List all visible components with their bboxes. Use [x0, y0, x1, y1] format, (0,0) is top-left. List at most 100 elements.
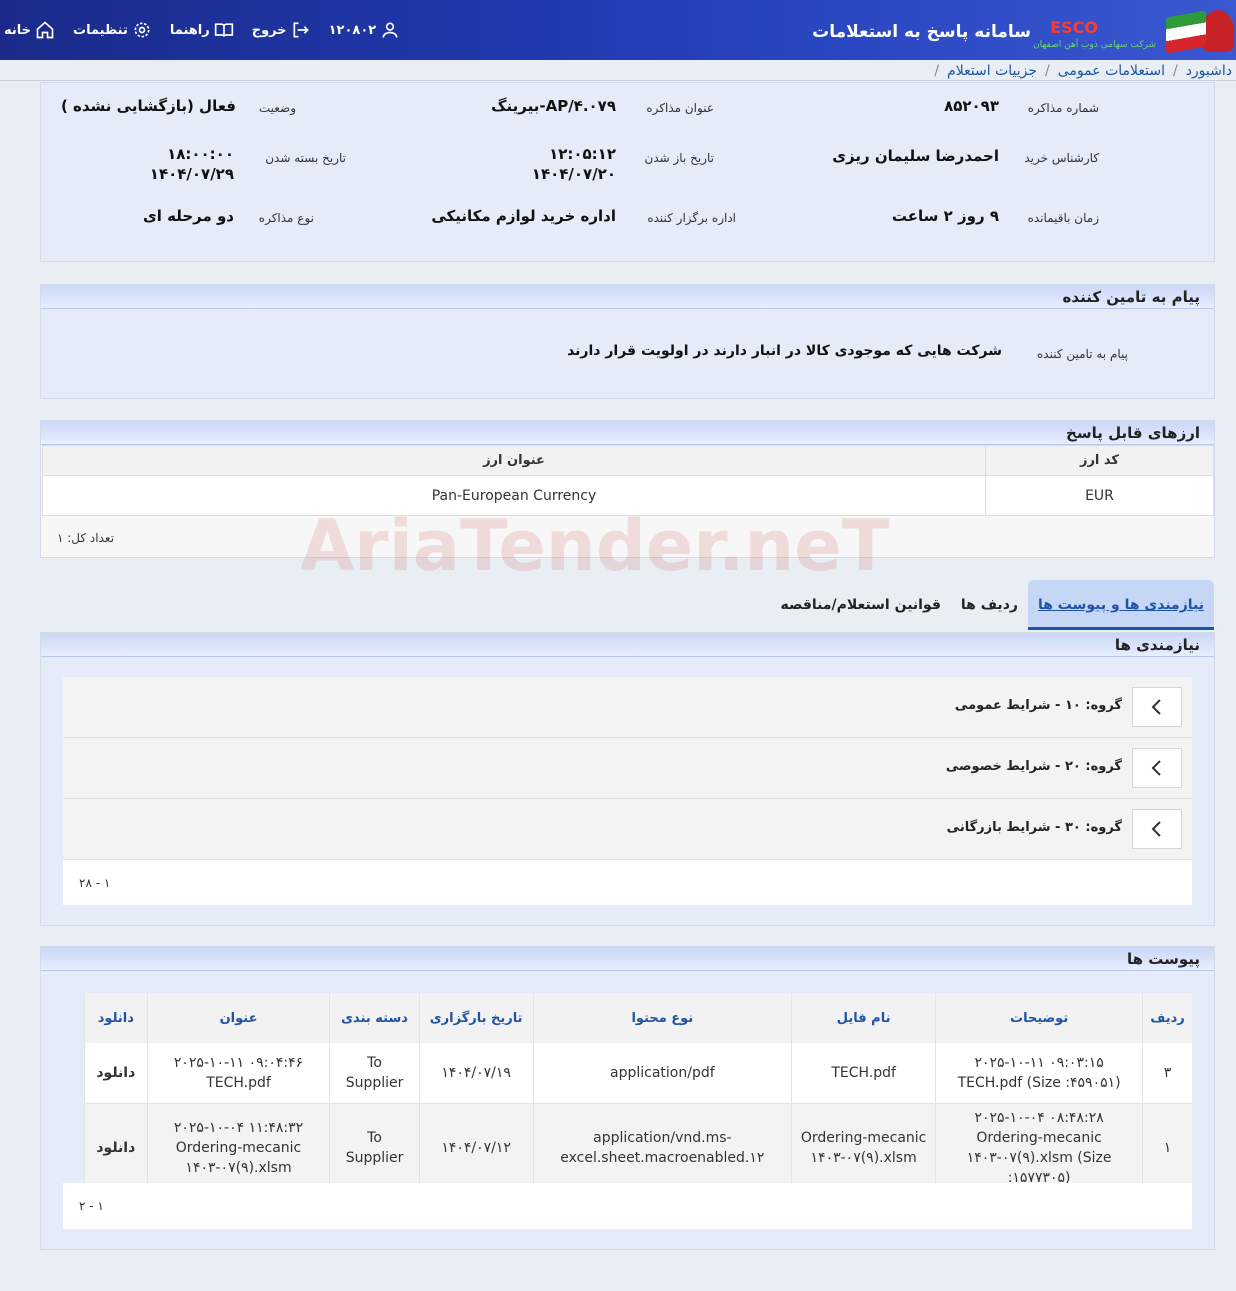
column-header-download[interactable]: دانلود: [84, 993, 148, 1043]
tab-requirements-attachments[interactable]: نیازمندی ها و پیوست ها: [1027, 580, 1214, 630]
open-date-label: تاریخ باز شدن: [644, 151, 714, 165]
close-time: ۱۸:۰۰:۰۰: [167, 145, 234, 163]
row-number-cell: ۱: [1142, 1103, 1192, 1193]
requirement-group[interactable]: گروه: ۲۰ - شرایط خصوصی: [63, 738, 1192, 799]
download-link[interactable]: دانلود: [84, 1043, 148, 1104]
column-header-description[interactable]: توضیحات: [935, 993, 1143, 1043]
expand-group-button[interactable]: [1132, 748, 1182, 788]
breadcrumb-separator: /: [934, 63, 940, 79]
breadcrumb-divider: [0, 80, 1236, 81]
organizer-value: اداره خرید لوازم مکانیکی: [431, 207, 616, 225]
remaining-label: زمان باقیمانده: [1027, 211, 1099, 225]
breadcrumb-public-inquiries[interactable]: استعلامات عمومی: [1058, 63, 1165, 79]
breadcrumb: داشبورد / استعلامات عمومی / جزییات استعل…: [934, 61, 1232, 81]
status-label: وضعیت: [258, 101, 296, 115]
tab-inquiry-rules[interactable]: قوانین استعلام/مناقصه: [770, 580, 950, 630]
requirement-group[interactable]: گروه: ۳۰ - شرایط بازرگانی: [63, 799, 1192, 860]
nav-home-label: خانه: [4, 22, 32, 38]
logout-icon: [293, 22, 309, 38]
currencies-total: تعداد کل: ۱: [57, 531, 115, 545]
breadcrumb-inquiry-details[interactable]: جزییات استعلام: [947, 63, 1037, 79]
gear-icon: [134, 22, 150, 38]
table-row[interactable]: ۱ ۲۰۲۵-۱۰-۰۴ ۰۸:۴۸:۲۸ Ordering-mecanic ۱…: [84, 1103, 1192, 1193]
close-date-label: تاریخ بسته شدن: [265, 151, 346, 165]
details-panel: شماره مذاکره ۸۵۲۰۹۳ عنوان مذاکره بیرینگ-…: [40, 82, 1215, 262]
category-cell: To Supplier: [329, 1103, 420, 1193]
negotiation-title: بیرینگ-AP/۴.۰۷۹: [491, 97, 616, 115]
company-name: شرکت سهامی ذوب آهن اصفهان: [1033, 40, 1156, 50]
attachments-pager-bar: ۱ - ۲: [63, 1183, 1192, 1229]
requirements-pager: ۱ - ۲۸: [79, 876, 111, 890]
buyer-name: احمدرضا سلیمان ریزی: [832, 147, 999, 165]
negotiation-number: ۸۵۲۰۹۳: [944, 97, 999, 115]
open-date: ۱۴۰۴/۰۷/۲۰: [531, 165, 616, 183]
nav-logout[interactable]: خروج: [252, 20, 311, 40]
status-value: فعال (بازگشایی نشده ): [60, 97, 236, 115]
table-row[interactable]: ۳ ۲۰۲۵-۱۰-۱۱ ۰۹:۰۳:۱۵ TECH.pdf (Size :۴۵…: [84, 1043, 1192, 1104]
buyer-label: کارشناس خرید: [1024, 151, 1099, 165]
company-emblem-logo: [1202, 10, 1234, 52]
upload-date-cell: ۱۴۰۴/۰۷/۱۲: [418, 1103, 534, 1193]
breadcrumb-separator: /: [1045, 63, 1050, 79]
column-header-currency-title[interactable]: عنوان ارز: [42, 445, 986, 476]
requirements-panel: نیازمندی ها گروه: ۱۰ - شرایط عمومی گروه:…: [40, 632, 1215, 926]
requirements-pager-bar: ۱ - ۲۸: [63, 860, 1192, 905]
filename-cell: TECH.pdf: [791, 1043, 936, 1104]
user-id: ۱۲۰۸۰۲: [328, 22, 377, 38]
nav-logout-label: خروج: [251, 22, 287, 38]
description-cell: ۲۰۲۵-۱۰-۰۴ ۰۸:۴۸:۲۸ Ordering-mecanic ۱۴۰…: [935, 1103, 1143, 1193]
nav-home[interactable]: خانه: [4, 20, 55, 40]
attachments-table: ردیف توضیحات نام فایل نوع محتوا تاریخ با…: [84, 993, 1192, 1193]
requirements-heading: نیازمندی ها: [41, 633, 1214, 657]
requirement-group-label: گروه: ۲۰ - شرایط خصوصی: [945, 759, 1122, 774]
filename-cell: Ordering-mecanic ۱۴۰۳-۰۷(۹).xlsm: [791, 1103, 936, 1193]
home-icon: [36, 21, 54, 39]
title-cell: ۲۰۲۵-۱۰-۱۱ ۰۹:۰۴:۴۶ TECH.pdf: [146, 1043, 330, 1104]
category-cell: To Supplier: [329, 1043, 420, 1104]
top-nav: خانه تنظیمات راهنما خروج ۱۲۰۸۰۲: [0, 20, 400, 40]
column-header-filename[interactable]: نام فایل: [791, 993, 936, 1043]
column-header-category[interactable]: دسته بندی: [329, 993, 420, 1043]
supplier-message-label: پیام به تامین کننده: [1037, 347, 1128, 361]
chevron-left-icon: [1151, 821, 1161, 837]
supplier-message-heading: پیام به تامین کننده: [41, 285, 1214, 309]
upload-date-cell: ۱۴۰۴/۰۷/۱۹: [418, 1043, 534, 1104]
type-label: نوع مذاکره: [258, 211, 314, 225]
download-link[interactable]: دانلود: [84, 1103, 148, 1193]
user-icon: [382, 22, 398, 38]
type-value: دو مرحله ای: [142, 207, 234, 225]
close-date: ۱۴۰۴/۰۷/۲۹: [149, 165, 234, 183]
nav-user[interactable]: ۱۲۰۸۰۲: [329, 20, 401, 40]
content-type-cell: application/vnd.ms-excel.sheet.macroenab…: [532, 1103, 792, 1193]
book-icon: [214, 23, 233, 37]
requirement-group-label: گروه: ۳۰ - شرایط بازرگانی: [946, 820, 1122, 835]
open-time: ۱۲:۰۵:۱۲: [549, 145, 616, 163]
expand-group-button[interactable]: [1132, 809, 1182, 849]
tab-rows[interactable]: ردیف ها: [951, 580, 1028, 630]
column-header-content-type[interactable]: نوع محتوا: [532, 993, 792, 1043]
description-cell: ۲۰۲۵-۱۰-۱۱ ۰۹:۰۳:۱۵ TECH.pdf (Size :۴۵۹۰…: [935, 1043, 1143, 1104]
column-header-currency-code[interactable]: کد ارز: [984, 445, 1215, 476]
currency-code-cell: EUR: [984, 475, 1215, 516]
nav-settings[interactable]: تنظیمات: [73, 20, 152, 40]
nav-help[interactable]: راهنما: [170, 20, 234, 40]
row-number-cell: ۳: [1142, 1043, 1192, 1104]
iran-flag-logo: [1166, 10, 1206, 54]
content-type-cell: application/pdf: [532, 1043, 792, 1104]
column-header-row[interactable]: ردیف: [1142, 993, 1192, 1043]
nav-help-label: راهنما: [169, 22, 210, 38]
column-header-title[interactable]: عنوان: [146, 993, 330, 1043]
requirement-group[interactable]: گروه: ۱۰ - شرایط عمومی: [63, 677, 1192, 738]
breadcrumb-dashboard[interactable]: داشبورد: [1186, 63, 1232, 79]
esco-logo: ESCO: [1050, 18, 1098, 37]
requirement-group-label: گروه: ۱۰ - شرایط عمومی: [954, 698, 1122, 713]
expand-group-button[interactable]: [1132, 687, 1182, 727]
attachments-pager: ۱ - ۲: [79, 1199, 104, 1213]
column-header-upload-date[interactable]: تاریخ بارگزاری: [418, 993, 534, 1043]
tab-bar: نیازمندی ها و پیوست ها ردیف ها قوانین اس…: [770, 580, 1214, 630]
title-label: عنوان مذاکره: [646, 101, 714, 115]
supplier-message-text: شرکت هایی که موجودی کالا در انبار دارند …: [567, 343, 1002, 359]
chevron-left-icon: [1151, 699, 1161, 715]
attachments-panel: پیوست ها ردیف توضیحات نام فایل نوع محتوا…: [40, 946, 1215, 1250]
watermark: AriaTender.neT: [300, 505, 890, 587]
